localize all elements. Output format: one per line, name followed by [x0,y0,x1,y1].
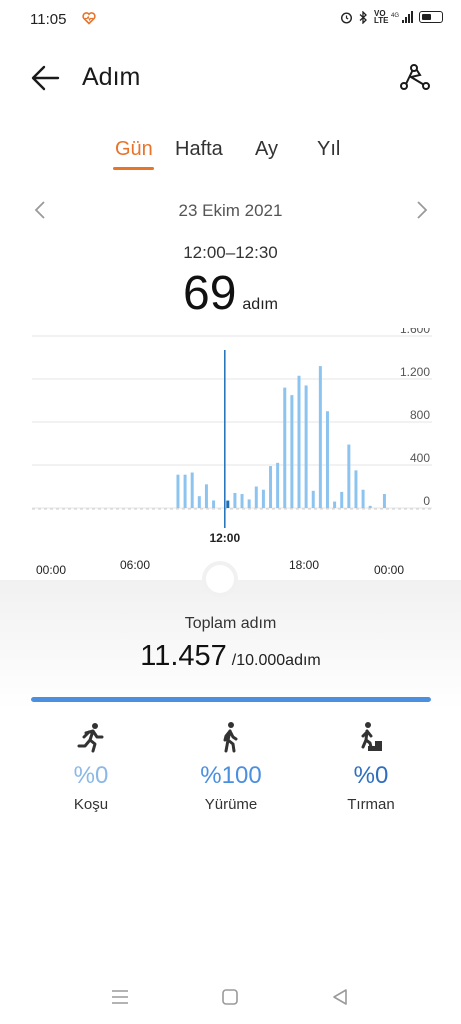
chart-bar [204,484,208,508]
chart-bar [347,444,351,508]
x-tick-label: 00:00 [36,563,66,577]
climbing-icon [358,722,382,751]
tab-month[interactable]: Ay [255,138,278,161]
date-label: 23 Ekim 2021 [178,201,283,220]
tab-day[interactable]: Gün [115,138,153,161]
chart-bar [197,496,201,508]
chart-bar [290,395,294,508]
x-tick-label: 00:00 [374,563,404,577]
status-icons: VO LTE 4G [340,9,443,25]
y-tick-label: 800 [410,408,430,422]
y-tick-label: 400 [410,451,430,465]
running-icon [77,723,104,753]
chart-y-ticks: 1.600 1.200 800 400 0 [400,328,430,508]
back-triangle-icon[interactable] [328,985,352,1009]
chart-bar [318,366,322,508]
tab-year[interactable]: Yıl [317,138,340,161]
climbing-percent: %0 [353,762,389,789]
y-tick-label: 1.600 [400,328,430,336]
chart-bar [361,489,365,508]
selected-time-range: 12:00–12:30 [183,243,278,262]
total-steps-title: Toplam adım [184,615,277,632]
chart-grid [32,335,432,510]
chart-bar [333,501,337,508]
chart-bar [176,474,180,508]
activity-running: %0 Koşu [36,720,146,813]
total-steps-value: 11.457 [140,640,227,672]
battery-icon [419,11,443,23]
chart-bar [269,466,273,508]
running-label: Koşu [73,796,109,813]
selected-bar [226,500,230,508]
steps-goal: /10.000adım [231,652,321,669]
activity-climbing: %0 Tırman [316,720,426,813]
volte-icon: VO LTE [374,9,389,25]
status-time: 11:05 [30,11,67,28]
chevron-right-icon[interactable] [412,198,432,222]
y-tick-label: 1.200 [400,365,430,379]
goal-progress-fill [31,697,431,702]
health-heart-icon [82,12,96,25]
chart-bar [240,494,244,508]
running-percent: %0 [73,762,109,789]
chart-bar [304,385,308,508]
chart-bar [311,490,315,508]
tab-week[interactable]: Hafta [175,138,223,161]
climbing-label: Tırman [347,796,395,813]
chart-bar [340,491,344,508]
selected-steps-value: 69 [183,267,237,320]
activity-walking: %100 Yürüme [176,720,286,813]
chart-bar [183,474,187,508]
selected-steps-unit: adım [242,296,278,313]
back-arrow-icon[interactable] [26,60,62,96]
chart-bar [368,505,372,508]
selected-value-row: 69 adım [0,266,461,321]
x-tick-label: 06:00 [120,558,150,572]
home-square-icon[interactable] [218,985,242,1009]
walking-icon [223,722,238,753]
walking-percent: %100 [200,762,262,789]
4g-signal-icon: 4G [391,10,413,23]
share-route-icon[interactable] [396,60,432,96]
chart-bar [276,462,280,508]
steps-bar-chart[interactable]: 1.600 1.200 800 400 0 12:00 00:00 06:00 18:00 00… [0,328,461,584]
chart-bar [325,411,329,508]
chart-bar [212,500,216,508]
chart-bar [233,492,237,508]
chart-bars [176,350,386,528]
chart-bar [283,387,287,508]
chart-bar [354,470,358,508]
chart-bar [254,486,258,508]
total-steps-row: 11.457/10.000adım [0,640,461,673]
chart-bar [261,489,265,508]
y-tick-label: 0 [423,494,430,508]
bluetooth-icon [359,10,367,24]
x-tick-label: 18:00 [289,558,319,572]
selected-x-label: 12:00 [209,531,240,545]
chart-bar [297,375,301,508]
chart-bar [247,499,251,508]
tab-indicator [113,167,154,170]
menu-icon[interactable] [108,985,132,1009]
alarm-icon [340,11,353,24]
chart-bar [190,472,194,508]
page-title: Adım [82,63,141,91]
chart-bar [382,494,386,508]
chart-scrubber-handle[interactable] [206,565,234,593]
walking-label: Yürüme [204,796,258,813]
svg-text:4G: 4G [391,13,399,19]
goal-progress-bar [31,697,431,702]
